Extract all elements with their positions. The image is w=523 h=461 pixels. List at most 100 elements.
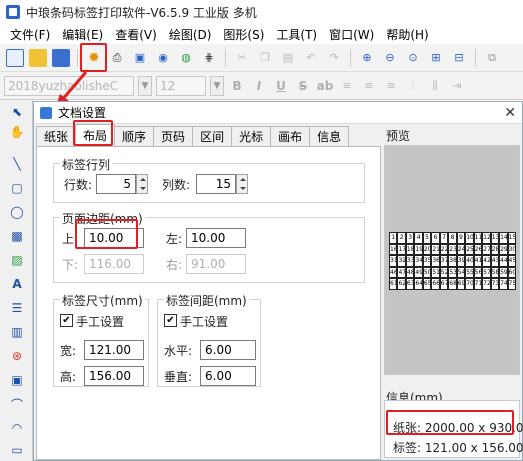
preview-label-cell: 39 xyxy=(456,255,466,267)
align-icon[interactable]: ⧉ xyxy=(483,49,501,67)
menu-help[interactable]: 帮助(H) xyxy=(380,26,434,43)
tab-info[interactable]: 信息 xyxy=(309,126,350,146)
redo-icon[interactable]: ↷ xyxy=(325,49,343,67)
toolbar-divider xyxy=(77,48,78,67)
preview-label-cell: 68 xyxy=(448,278,457,290)
zoom-out-icon[interactable]: ⊖ xyxy=(381,49,399,67)
tab-range[interactable]: 区间 xyxy=(192,126,233,146)
barcode-tool-icon[interactable]: ▥ xyxy=(8,324,26,340)
preview-label-cell: 29 xyxy=(499,243,508,256)
copy-icon[interactable]: ❐ xyxy=(256,49,274,67)
menu-edit[interactable]: 编辑(E) xyxy=(56,26,109,43)
margin-bottom-label: 下: xyxy=(62,258,79,272)
margin-left-input[interactable]: 10.00 xyxy=(186,228,246,248)
preview-label-cell: 42 xyxy=(482,255,491,267)
strikethrough-button[interactable]: S xyxy=(294,79,312,93)
gap-vertical-label: 垂直: xyxy=(164,370,193,384)
menu-tools[interactable]: 工具(T) xyxy=(270,26,323,43)
toolbar-divider xyxy=(225,48,226,67)
new-document-icon[interactable] xyxy=(6,48,24,67)
tab-order[interactable]: 顺序 xyxy=(114,126,155,146)
menu-bar: 文件(F) 编辑(E) 查看(V) 绘图(D) 图形(S) 工具(T) 窗口(W… xyxy=(0,24,523,44)
print-icon[interactable]: ⎙ xyxy=(108,49,126,67)
cut-icon[interactable]: ✂ xyxy=(233,49,251,67)
tab-page-number[interactable]: 页码 xyxy=(153,126,194,146)
text-tool-icon[interactable]: A xyxy=(8,276,26,292)
line-tool-icon[interactable]: ╲ xyxy=(8,156,26,172)
preview-label-cell: 2 xyxy=(397,232,406,244)
align-center-icon[interactable]: ≡ xyxy=(360,77,378,95)
paste-icon[interactable]: ▤ xyxy=(279,49,297,67)
preview-label-cell: 62 xyxy=(397,278,406,290)
preview-label-cell: 48 xyxy=(405,266,415,279)
zoom-in-icon[interactable]: ⊕ xyxy=(358,49,376,67)
tab-cursor[interactable]: 光标 xyxy=(231,126,272,146)
preview-label-cell: 1 xyxy=(389,232,398,244)
preview-label-cell: 66 xyxy=(431,278,440,290)
select-arrow-icon[interactable]: ⬉ xyxy=(8,104,26,120)
database-settings-icon[interactable]: ◍ xyxy=(177,49,195,67)
preview-label-cell: 19 xyxy=(414,243,423,256)
label-size-manual-checkbox[interactable]: ✔ xyxy=(60,314,73,327)
curve-tool-icon[interactable]: ⌒ xyxy=(8,396,26,412)
rectangle-tool-icon[interactable]: ▢ xyxy=(8,180,26,196)
database-icon[interactable]: ◉ xyxy=(154,49,172,67)
grid-icon[interactable]: ⋕ xyxy=(200,49,218,67)
print-preview-icon[interactable]: ▣ xyxy=(131,49,149,67)
pattern-tool-icon[interactable]: ▩ xyxy=(8,228,26,244)
italic-button[interactable]: I xyxy=(250,79,268,93)
align-left-icon[interactable]: ≡ xyxy=(338,77,356,95)
cols-stepper[interactable] xyxy=(236,174,248,194)
more-tools-icon[interactable]: ▭ xyxy=(8,442,26,458)
preview-label-cell: 16 xyxy=(389,243,398,256)
shape-tool-icon[interactable]: ⊛ xyxy=(8,348,26,364)
bold-button[interactable]: B xyxy=(228,79,246,93)
rows-stepper[interactable] xyxy=(136,174,148,194)
menu-shape[interactable]: 图形(S) xyxy=(217,26,270,43)
ellipse-tool-icon[interactable]: ◯ xyxy=(8,204,26,220)
document-settings-dialog: 文档设置 ✕ 纸张 布局 顺序 页码 区间 光标 画布 信息 标签行列 行数: … xyxy=(33,101,523,461)
preview-paper: 1 2 3 4 5 6 7 8 9 10 11 12 13 14 15 16 17 18 19 20 21 22 23 24 2… xyxy=(389,232,516,290)
preview-label-cell: 70 xyxy=(465,278,474,290)
label-height-input[interactable]: 156.00 xyxy=(84,366,144,386)
menu-window[interactable]: 窗口(W) xyxy=(323,26,380,43)
preview-label-cell: 10 xyxy=(465,232,474,244)
tab-canvas[interactable]: 画布 xyxy=(270,126,311,146)
preview-label-cell: 34 xyxy=(414,255,423,267)
menu-draw[interactable]: 绘图(D) xyxy=(163,26,218,43)
open-folder-icon[interactable] xyxy=(29,48,47,67)
fit-width-icon[interactable]: ⊟ xyxy=(450,49,468,67)
gap-vertical-input[interactable]: 6.00 xyxy=(200,366,256,386)
rows-input[interactable]: 5 xyxy=(96,174,136,194)
vertical-align-icon[interactable]: ⫼ xyxy=(426,77,444,95)
preview-label-cell: 41 xyxy=(473,255,483,267)
highlight-layout-tab xyxy=(73,120,113,146)
zoom-icon[interactable]: ⊙ xyxy=(404,49,422,67)
label-gap-manual-checkbox[interactable]: ✔ xyxy=(164,314,177,327)
menu-file[interactable]: 文件(F) xyxy=(4,26,56,43)
chevron-down-icon[interactable]: ▼ xyxy=(210,75,224,96)
save-icon[interactable] xyxy=(52,48,70,67)
qrcode-tool-icon[interactable]: ▣ xyxy=(8,372,26,388)
menu-view[interactable]: 查看(V) xyxy=(109,26,163,43)
distribute-icon[interactable]: ⫶ xyxy=(404,77,422,95)
label-width-input[interactable]: 121.00 xyxy=(84,340,144,360)
chevron-down-icon[interactable]: ▼ xyxy=(138,75,152,96)
gap-horizontal-input[interactable]: 6.00 xyxy=(200,340,256,360)
tab-paper[interactable]: 纸张 xyxy=(36,126,77,146)
arc-tool-icon[interactable]: ◠ xyxy=(8,420,26,436)
image-tool-icon[interactable]: ▨ xyxy=(8,252,26,268)
font-size-select[interactable]: 12 xyxy=(156,75,206,96)
fit-page-icon[interactable]: ⊞ xyxy=(427,49,445,67)
text-wrap-icon[interactable]: ⇥ xyxy=(448,77,466,95)
cols-input[interactable]: 15 xyxy=(196,174,236,194)
undo-icon[interactable]: ↶ xyxy=(302,49,320,67)
preview-label-cell: 15 xyxy=(507,232,516,244)
rich-text-tool-icon[interactable]: ☰ xyxy=(8,300,26,316)
align-right-icon[interactable]: ≡ xyxy=(382,77,400,95)
close-icon[interactable]: ✕ xyxy=(504,105,516,121)
spacing-button[interactable]: ab xyxy=(316,79,334,93)
pan-icon[interactable]: ✋ xyxy=(8,124,26,140)
underline-button[interactable]: U xyxy=(272,79,290,93)
preview-label-cell: 28 xyxy=(490,243,500,256)
